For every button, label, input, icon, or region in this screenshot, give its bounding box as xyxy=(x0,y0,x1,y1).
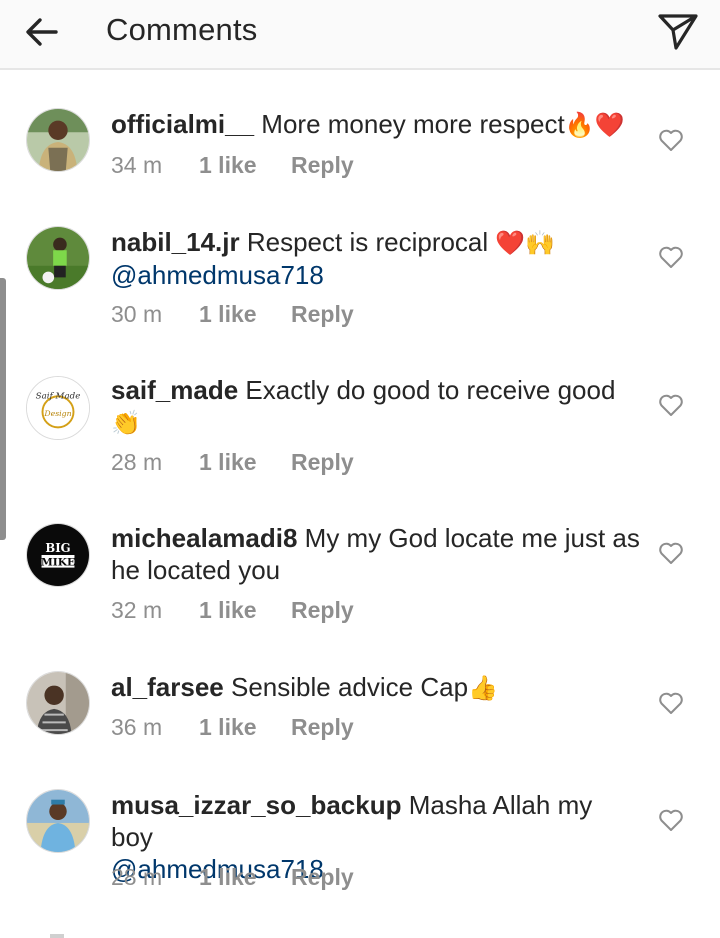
avatar-al-farsee[interactable] xyxy=(26,671,90,735)
comment-body: Exactly do good to receive good xyxy=(245,375,616,405)
comment-username[interactable]: officialmi__ xyxy=(111,109,254,139)
reply-button[interactable]: Reply xyxy=(291,863,354,891)
logo-text: Design xyxy=(43,409,71,418)
comment-text: al_farsee Sensible advice Cap👍 xyxy=(111,671,641,704)
comment-meta: 36 m 1 like Reply xyxy=(111,713,354,741)
logo-text: Saif Made xyxy=(36,391,81,401)
comment-text: officialmi__ More money more respect🔥❤️ xyxy=(111,108,641,141)
page-title: Comments xyxy=(106,12,258,47)
paper-plane-icon xyxy=(658,14,698,50)
reply-button[interactable]: Reply xyxy=(291,713,354,741)
avatar-nabil[interactable] xyxy=(26,226,90,290)
arrow-left-icon xyxy=(26,18,58,46)
logo-text: MIKE xyxy=(41,556,75,569)
comment-text: saif_made Exactly do good to receive goo… xyxy=(111,374,641,439)
comment-text: nabil_14.jr Respect is reciprocal ❤️🙌 @a… xyxy=(111,226,641,291)
heart-icon[interactable] xyxy=(658,128,684,152)
comments-header: Comments xyxy=(0,0,720,70)
comment-emoji: 👏 xyxy=(111,409,141,437)
comment-likes[interactable]: 1 like xyxy=(199,596,291,624)
reply-button[interactable]: Reply xyxy=(291,151,354,179)
comment-meta: 28 m 1 like Reply xyxy=(111,448,354,476)
heart-icon[interactable] xyxy=(658,245,684,269)
comment-likes[interactable]: 1 like xyxy=(199,300,291,328)
comment-body: Sensible advice Cap xyxy=(231,672,469,702)
comment-meta: 30 m 1 like Reply xyxy=(111,300,354,328)
comment-time: 28 m xyxy=(111,449,163,475)
reply-button[interactable]: Reply xyxy=(291,300,354,328)
comment-meta: 34 m 1 like Reply xyxy=(111,151,354,179)
next-item-hint xyxy=(50,934,64,938)
share-button[interactable] xyxy=(656,10,700,54)
back-button[interactable] xyxy=(22,12,62,52)
avatar-michealamadi8[interactable]: BIG MIKE xyxy=(26,523,90,587)
avatar-saif-made[interactable]: Saif Made Design xyxy=(26,376,90,440)
comment-time: 32 m xyxy=(111,597,163,623)
comment-time: 34 m xyxy=(111,152,163,178)
comment-likes[interactable]: 1 like xyxy=(199,863,291,891)
comment-likes[interactable]: 1 like xyxy=(199,151,291,179)
comment-body: Respect is reciprocal xyxy=(246,227,489,257)
heart-icon[interactable] xyxy=(658,691,684,715)
scroll-indicator xyxy=(0,278,6,540)
comment-time: 30 m xyxy=(111,301,163,327)
comment-username[interactable]: musa_izzar_so_backup xyxy=(111,790,401,820)
comment-emoji: ❤️🙌 xyxy=(495,229,556,257)
comment-username[interactable]: nabil_14.jr xyxy=(111,227,240,257)
comment-text: michealamadi8 My my God locate me just a… xyxy=(111,522,641,586)
heart-icon[interactable] xyxy=(658,541,684,565)
comment-body: More money more respect xyxy=(261,109,565,139)
comment-username[interactable]: saif_made xyxy=(111,375,238,405)
comment-meta: 32 m 1 like Reply xyxy=(111,596,354,624)
comment-username[interactable]: michealamadi8 xyxy=(111,523,297,553)
reply-button[interactable]: Reply xyxy=(291,596,354,624)
reply-button[interactable]: Reply xyxy=(291,448,354,476)
comment-likes[interactable]: 1 like xyxy=(199,713,291,741)
comment-likes[interactable]: 1 like xyxy=(199,448,291,476)
comment-meta: 28 m 1 like Reply xyxy=(111,863,354,891)
heart-icon[interactable] xyxy=(658,393,684,417)
heart-icon[interactable] xyxy=(658,808,684,832)
comment-time: 28 m xyxy=(111,864,163,890)
mention-link[interactable]: @ahmedmusa718 xyxy=(111,260,324,290)
comment-time: 36 m xyxy=(111,714,163,740)
comment-emoji: 🔥❤️ xyxy=(564,111,625,139)
avatar-musa-izzar[interactable] xyxy=(26,789,90,853)
logo-text: BIG xyxy=(45,541,70,555)
comment-emoji: 👍 xyxy=(468,674,498,702)
comment-username[interactable]: al_farsee xyxy=(111,672,224,702)
avatar-officialmi[interactable] xyxy=(26,108,90,172)
